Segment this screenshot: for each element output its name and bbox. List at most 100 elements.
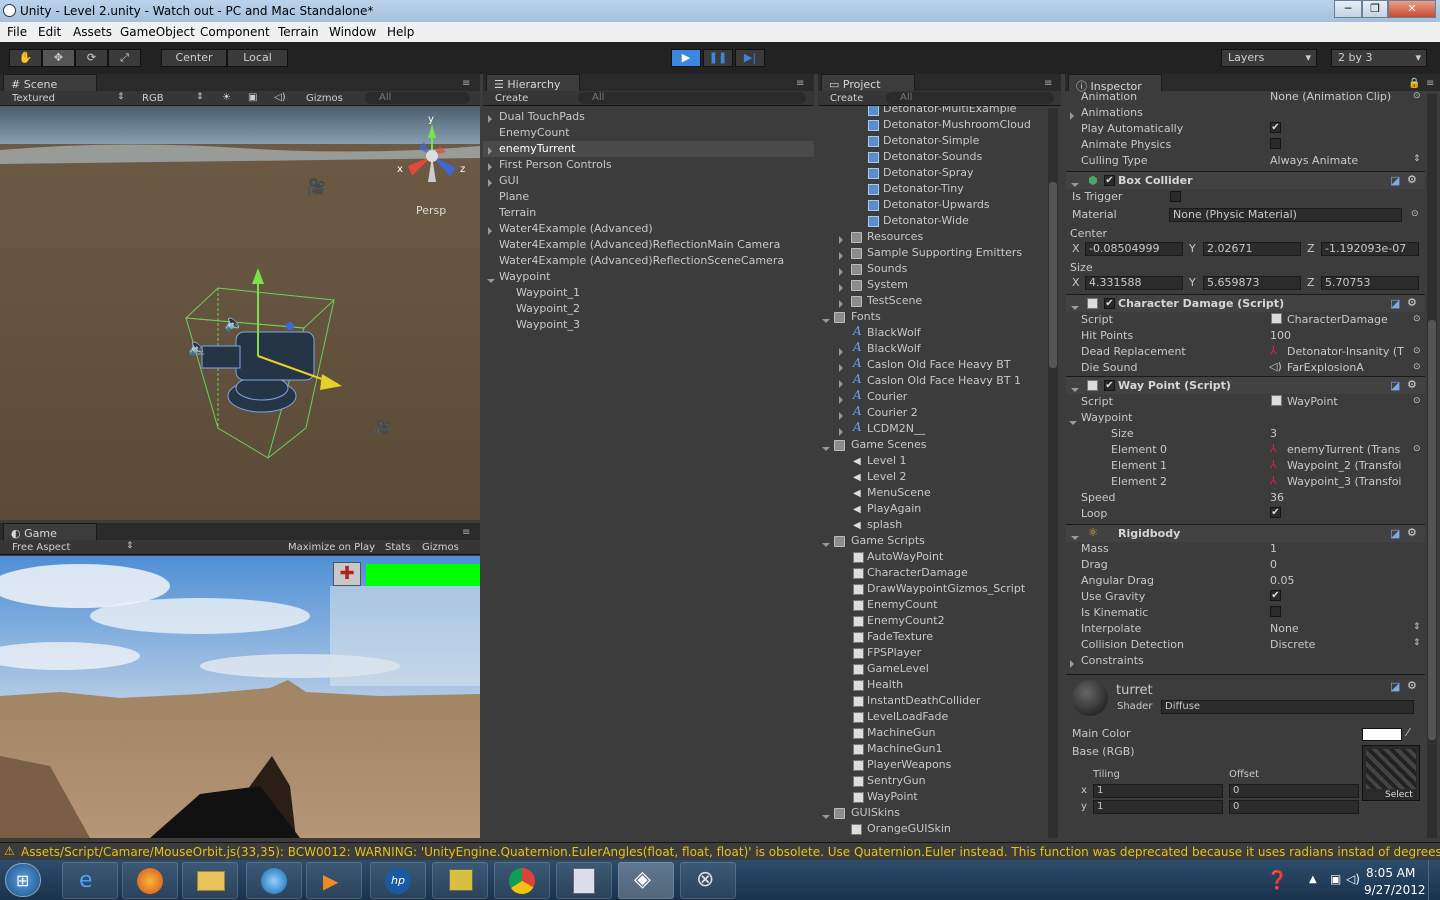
gizmo-x-label[interactable]: x <box>397 164 403 175</box>
box-collider-header[interactable]: ⬢ ✔ Box Collider ◪ ⚙ <box>1066 171 1425 189</box>
collapse-arrow-icon[interactable] <box>1071 382 1079 395</box>
collapse-arrow-icon[interactable] <box>822 313 830 326</box>
help-icon[interactable]: ◪ <box>1390 527 1400 540</box>
taskbar-app[interactable] <box>246 862 302 899</box>
base-texture-slot[interactable]: Select <box>1362 745 1420 801</box>
aspect-dropdown[interactable]: Free Aspect <box>12 542 70 553</box>
project-item[interactable]: BlackWolf <box>867 342 921 358</box>
gizmos-dropdown[interactable]: Gizmos <box>306 93 343 104</box>
taskbar-hp[interactable]: hp <box>370 862 426 899</box>
collapse-arrow-icon[interactable] <box>487 273 495 286</box>
element-1-field[interactable]: Waypoint_2 (Transfoi <box>1287 459 1402 475</box>
collapse-arrow-icon[interactable] <box>1071 530 1079 543</box>
project-item[interactable]: EnemyCount2 <box>867 614 945 630</box>
help-icon[interactable]: ◪ <box>1390 297 1400 310</box>
animation-field[interactable]: None (Animation Clip) <box>1270 90 1391 106</box>
is-trigger-checkbox[interactable] <box>1170 191 1181 202</box>
loop-checkbox[interactable]: ✔ <box>1270 507 1281 518</box>
project-item[interactable]: FPSPlayer <box>867 646 921 662</box>
project-item[interactable]: Level 1 <box>867 454 907 470</box>
taskbar-unity[interactable]: ◈ <box>618 862 674 899</box>
expand-arrow-icon[interactable] <box>488 225 492 238</box>
project-item[interactable]: PlayerWeapons <box>867 758 951 774</box>
project-item[interactable]: Level 2 <box>867 470 907 486</box>
project-item[interactable]: Detonator-MultiExample <box>883 106 1016 118</box>
layers-dropdown[interactable]: Layers ▾ <box>1221 49 1317 67</box>
gear-icon[interactable]: ⚙ <box>1407 679 1417 692</box>
menu-window[interactable]: Window <box>329 25 376 39</box>
project-folder[interactable]: Sounds <box>867 262 907 278</box>
project-item[interactable]: GameLevel <box>867 662 929 678</box>
object-picker-icon[interactable]: ⊙ <box>1413 396 1421 412</box>
project-item[interactable]: splash <box>867 518 902 534</box>
game-viewport[interactable]: ✚ <box>0 556 480 838</box>
hierarchy-item[interactable]: Waypoint_1 <box>516 286 580 302</box>
center-y-field[interactable]: 2.02671 <box>1203 242 1301 256</box>
constraints-label[interactable]: Constraints <box>1081 654 1144 670</box>
project-folder[interactable]: System <box>867 278 908 294</box>
main-color-swatch[interactable] <box>1362 728 1402 741</box>
project-item[interactable]: LevelLoadFade <box>867 710 948 726</box>
taskbar-app-2[interactable] <box>432 862 488 899</box>
project-item[interactable]: MenuScene <box>867 486 931 502</box>
clock-date[interactable]: 9/27/2012 <box>1364 883 1426 897</box>
element-0-field[interactable]: enemyTurrent (Trans <box>1287 443 1400 459</box>
step-button[interactable]: ▶| <box>735 49 765 67</box>
object-picker-icon[interactable]: ⊙ <box>1413 346 1421 362</box>
start-button[interactable]: ⊞ <box>5 863 41 897</box>
taskbar-chrome[interactable] <box>494 862 550 899</box>
drag-field[interactable]: 0 <box>1270 558 1277 574</box>
audio-toggle-icon[interactable]: ◁) <box>274 92 286 103</box>
expand-arrow-icon[interactable] <box>839 282 843 295</box>
size-y-field[interactable]: 5.659873 <box>1203 276 1301 290</box>
panel-menu-icon[interactable]: ≡ <box>1044 78 1052 89</box>
scene-viewport[interactable]: 🎥 🎥 🔈 🔈 y x z Persp <box>0 106 480 520</box>
project-item[interactable]: PlayAgain <box>867 502 921 518</box>
way-point-enabled-checkbox[interactable]: ✔ <box>1104 380 1115 391</box>
stats-toggle[interactable]: Stats <box>385 542 411 553</box>
taskbar-unity-2[interactable]: ⊗ <box>680 862 736 899</box>
project-item[interactable]: Health <box>867 678 903 694</box>
move-tool-button[interactable]: ✥ <box>42 49 75 67</box>
project-item[interactable]: MachineGun <box>867 726 936 742</box>
close-button[interactable]: ✕ <box>1388 0 1436 18</box>
scale-tool-button[interactable]: ⤢ <box>108 49 141 67</box>
hierarchy-item[interactable]: Terrain <box>499 206 536 222</box>
project-folder[interactable]: Game Scripts <box>851 534 925 550</box>
pause-button[interactable]: ❚❚ <box>703 49 733 67</box>
hierarchy-create-dropdown[interactable]: Create <box>495 93 528 104</box>
hierarchy-search-input[interactable]: All <box>578 92 806 104</box>
hierarchy-item-selected[interactable]: enemyTurrent <box>499 142 575 158</box>
expand-arrow-icon[interactable] <box>839 266 843 279</box>
scrollbar-thumb[interactable] <box>1428 320 1436 740</box>
tab-scene[interactable]: # Scene <box>3 74 97 91</box>
character-damage-enabled-checkbox[interactable]: ✔ <box>1104 298 1115 309</box>
project-item[interactable]: MachineGun1 <box>867 742 943 758</box>
element-2-field[interactable]: Waypoint_3 (Transfoi <box>1287 475 1402 491</box>
script-field[interactable]: CharacterDamage <box>1287 313 1388 329</box>
object-picker-icon[interactable]: ⊙ <box>1413 314 1421 330</box>
gear-icon[interactable]: ⚙ <box>1407 378 1417 391</box>
pivot-center-button[interactable]: Center <box>161 49 227 67</box>
project-item[interactable]: Detonator-MushroomCloud <box>867 118 1031 134</box>
minimize-button[interactable]: ─ <box>1334 0 1362 18</box>
tab-project[interactable]: ▭ Project <box>821 74 915 91</box>
expand-arrow-icon[interactable] <box>839 250 843 263</box>
menu-edit[interactable]: Edit <box>38 25 61 39</box>
project-folder[interactable]: Sample Supporting Emitters <box>867 246 1022 262</box>
expand-arrow-icon[interactable] <box>839 298 843 311</box>
help-icon[interactable]: ◪ <box>1390 680 1400 693</box>
panel-menu-icon[interactable]: ≡ <box>1426 78 1434 89</box>
project-item[interactable]: EnemyCount <box>867 598 938 614</box>
scene-search-input[interactable]: All <box>365 92 470 104</box>
project-item[interactable]: FadeTexture <box>867 630 933 646</box>
hierarchy-item[interactable]: GUI <box>499 174 519 190</box>
maximize-on-play-toggle[interactable]: Maximize on Play <box>288 542 375 553</box>
project-item[interactable]: WayPoint <box>867 790 918 806</box>
help-icon[interactable]: ◪ <box>1390 174 1400 187</box>
help-icon[interactable]: ◪ <box>1390 379 1400 392</box>
expand-arrow-icon[interactable] <box>839 426 843 439</box>
angular-drag-field[interactable]: 0.05 <box>1270 574 1295 590</box>
interpolate-dropdown[interactable]: None <box>1270 622 1299 638</box>
project-item[interactable]: Detonator-Sounds <box>867 150 982 166</box>
